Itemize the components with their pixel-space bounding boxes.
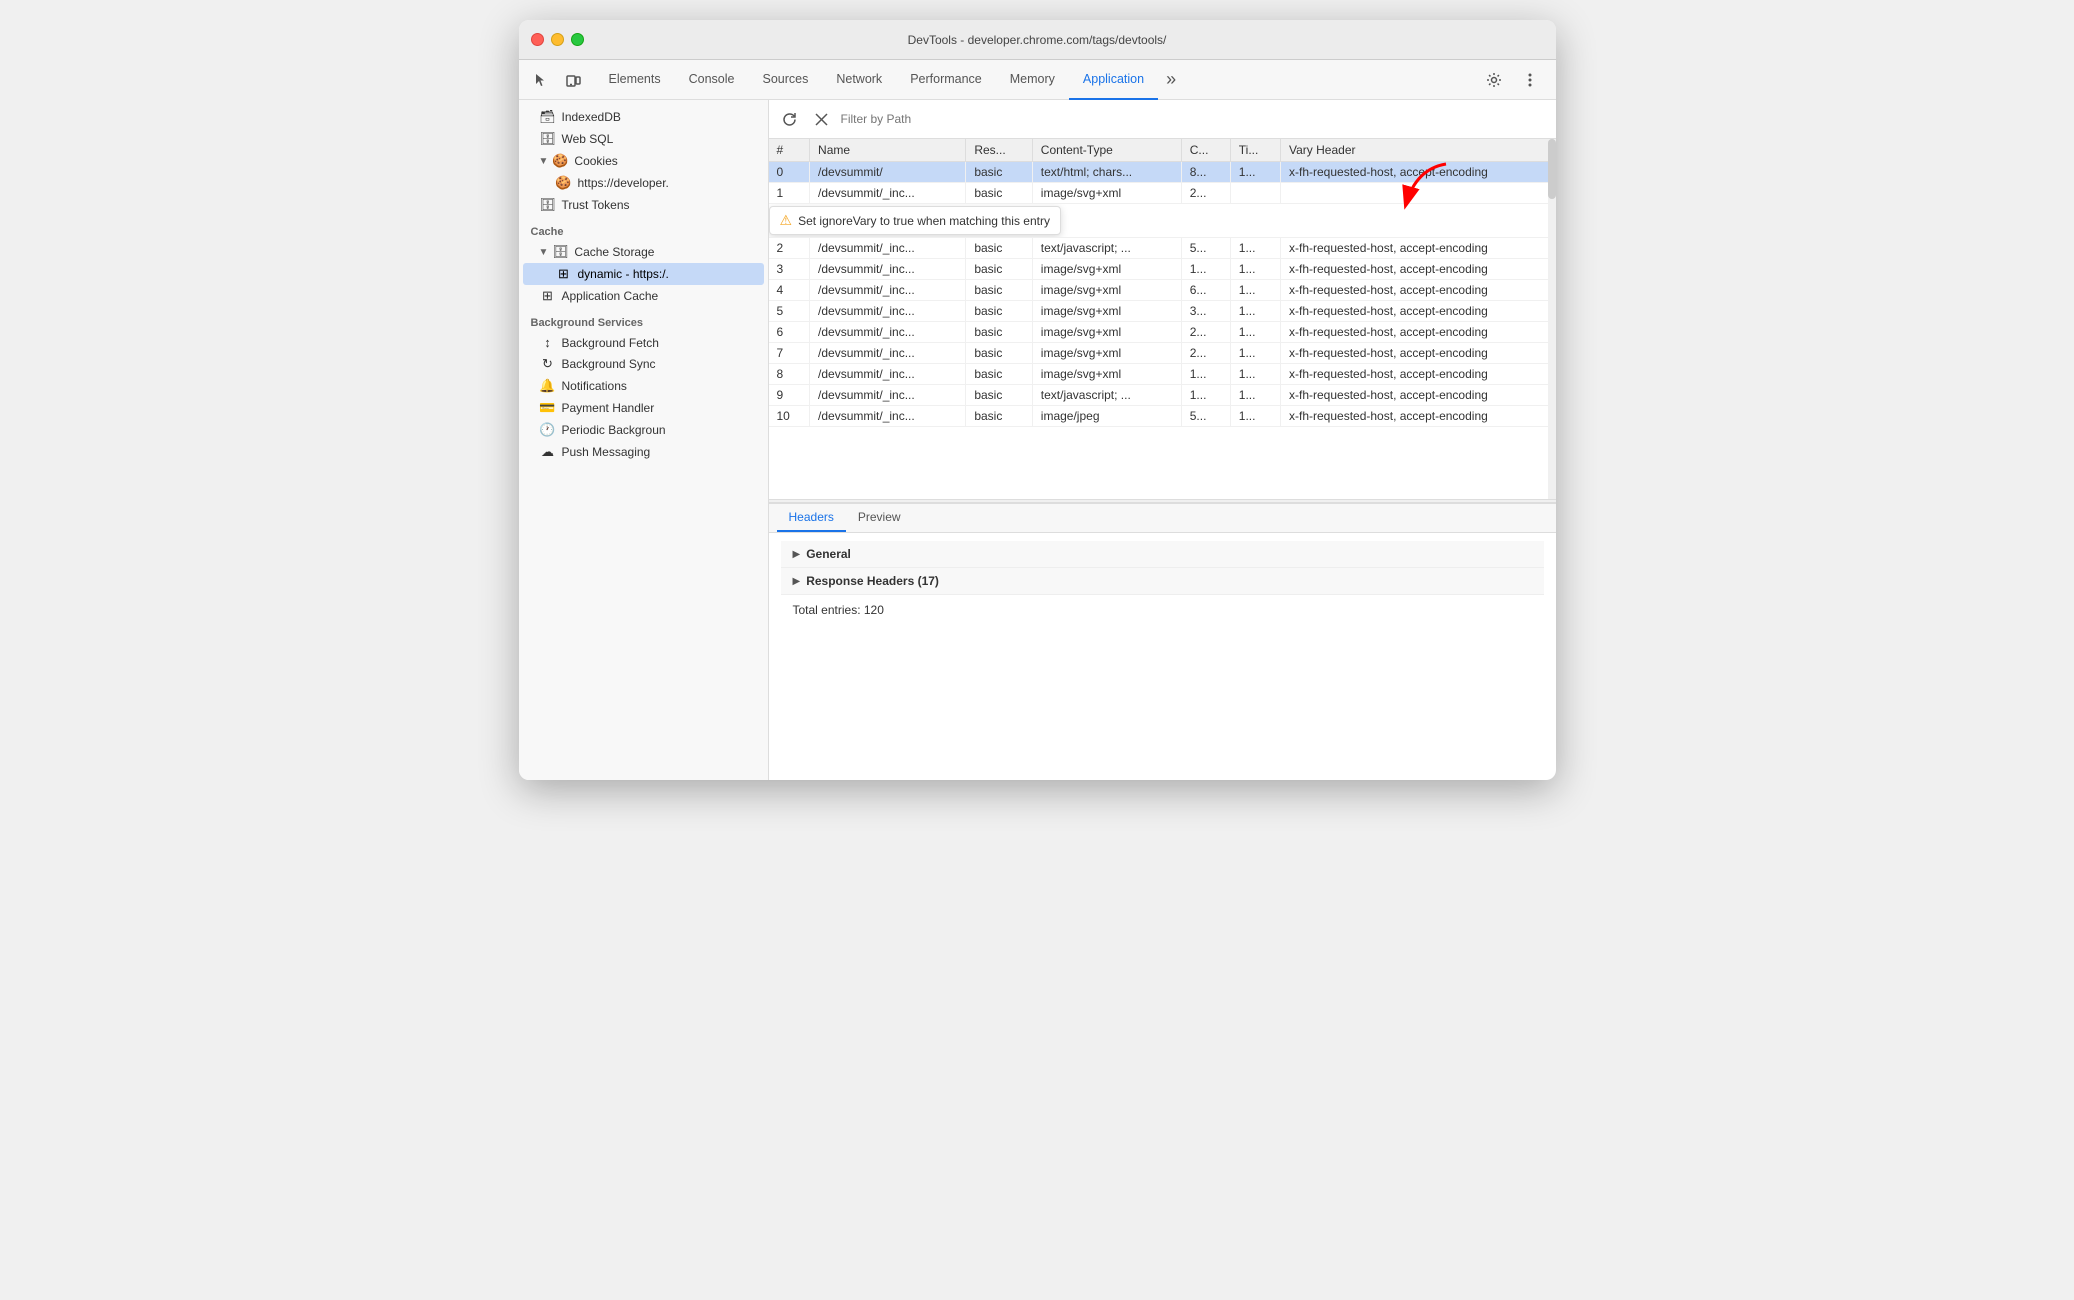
col-ti: Ti...	[1230, 139, 1280, 162]
sidebar-item-cache-storage[interactable]: ▼ 🗄 Cache Storage	[523, 241, 764, 263]
triangle-icon: ▼	[539, 156, 549, 167]
sidebar-item-payment-handler[interactable]: 💳 Payment Handler	[523, 397, 764, 419]
sidebar-item-websql[interactable]: 🗄 Web SQL	[523, 128, 764, 150]
background-sync-icon: ↻	[539, 356, 557, 372]
sidebar-item-background-sync[interactable]: ↻ Background Sync	[523, 353, 764, 375]
background-fetch-icon: ↕	[539, 335, 557, 350]
payment-handler-icon: 💳	[539, 400, 557, 416]
cookies-icon: 🍪	[551, 153, 569, 169]
table-row[interactable]: 7/devsummit/_inc...basicimage/svg+xml2..…	[769, 343, 1556, 364]
sidebar-item-cookie-origin[interactable]: 🍪 https://developer.	[523, 172, 764, 194]
maximize-button[interactable]	[571, 33, 584, 46]
col-vary: Vary Header	[1281, 139, 1556, 162]
more-options-button[interactable]	[1516, 66, 1544, 94]
indexeddb-icon: 🗃	[539, 109, 557, 125]
push-messaging-icon: ☁	[539, 444, 557, 460]
col-num: #	[769, 139, 810, 162]
sidebar-item-trust-tokens[interactable]: 🗄 Trust Tokens	[523, 194, 764, 216]
total-entries: Total entries: 120	[781, 595, 1544, 625]
sidebar-item-periodic-background[interactable]: 🕐 Periodic Backgroun	[523, 419, 764, 441]
table-row[interactable]: 2/devsummit/_inc...basictext/javascript;…	[769, 238, 1556, 259]
response-headers-section[interactable]: ▶ Response Headers (17)	[781, 568, 1544, 595]
scrollbar-track[interactable]	[1548, 139, 1556, 499]
tab-preview[interactable]: Preview	[846, 504, 913, 532]
tab-more-button[interactable]: »	[1158, 60, 1184, 100]
clear-button[interactable]	[809, 106, 835, 132]
tooltip-row: ⚠ Set ignoreVary to true when matching th…	[769, 204, 1556, 238]
tab-headers[interactable]: Headers	[777, 504, 846, 532]
sidebar-item-notifications[interactable]: 🔔 Notifications	[523, 375, 764, 397]
websql-icon: 🗄	[539, 131, 557, 147]
devtools-window: DevTools - developer.chrome.com/tags/dev…	[519, 20, 1556, 780]
sidebar: 🗃 IndexedDB 🗄 Web SQL ▼ 🍪 Cookies 🍪 http…	[519, 100, 769, 780]
general-triangle-icon: ▶	[793, 549, 801, 560]
content-panel: # Name Res... Content-Type C... Ti... Va…	[769, 100, 1556, 780]
bottom-panel: Headers Preview ▶ General ▶ Response Hea…	[769, 503, 1556, 703]
sidebar-item-indexeddb[interactable]: 🗃 IndexedDB	[523, 106, 764, 128]
col-content-type: Content-Type	[1032, 139, 1181, 162]
tab-application[interactable]: Application	[1069, 60, 1158, 100]
notifications-icon: 🔔	[539, 378, 557, 394]
device-toolbar-button[interactable]	[559, 66, 587, 94]
periodic-bg-icon: 🕐	[539, 422, 557, 438]
tooltip-text: Set ignoreVary to true when matching thi…	[798, 214, 1050, 228]
scrollbar-thumb[interactable]	[1548, 139, 1556, 199]
tab-settings	[1480, 66, 1548, 94]
sidebar-item-dynamic-cache[interactable]: ⊞ dynamic - https:/.	[523, 263, 764, 285]
bottom-tabs: Headers Preview	[769, 504, 1556, 533]
settings-button[interactable]	[1480, 66, 1508, 94]
table-row[interactable]: 10/devsummit/_inc...basicimage/jpeg5...1…	[769, 406, 1556, 427]
background-services-label: Background Services	[519, 307, 768, 332]
cache-section-label: Cache	[519, 216, 768, 241]
table-header-row: # Name Res... Content-Type C... Ti... Va…	[769, 139, 1556, 162]
cache-triangle-icon: ▼	[539, 247, 549, 258]
tab-console[interactable]: Console	[675, 60, 749, 100]
general-section[interactable]: ▶ General	[781, 541, 1544, 568]
minimize-button[interactable]	[551, 33, 564, 46]
table-row[interactable]: 1/devsummit/_inc...basicimage/svg+xml2..…	[769, 183, 1556, 204]
bottom-content: ▶ General ▶ Response Headers (17) Total …	[769, 533, 1556, 703]
table-row[interactable]: 9/devsummit/_inc...basictext/javascript;…	[769, 385, 1556, 406]
window-title: DevTools - developer.chrome.com/tags/dev…	[908, 33, 1167, 47]
traffic-lights	[531, 33, 584, 46]
tab-bar: Elements Console Sources Network Perform…	[519, 60, 1556, 100]
table-row[interactable]: 3/devsummit/_inc...basicimage/svg+xml1..…	[769, 259, 1556, 280]
table-row[interactable]: 0/devsummit/basictext/html; chars...8...…	[769, 162, 1556, 183]
dynamic-cache-icon: ⊞	[555, 266, 573, 282]
table-row[interactable]: 6/devsummit/_inc...basicimage/svg+xml2..…	[769, 322, 1556, 343]
col-res: Res...	[966, 139, 1032, 162]
table-row[interactable]: 8/devsummit/_inc...basicimage/svg+xml1..…	[769, 364, 1556, 385]
trust-tokens-icon: 🗄	[539, 197, 557, 213]
main-area: 🗃 IndexedDB 🗄 Web SQL ▼ 🍪 Cookies 🍪 http…	[519, 100, 1556, 780]
col-c: C...	[1181, 139, 1230, 162]
tab-tools	[527, 66, 587, 94]
table-area: # Name Res... Content-Type C... Ti... Va…	[769, 139, 1556, 499]
table-row[interactable]: 4/devsummit/_inc...basicimage/svg+xml6..…	[769, 280, 1556, 301]
cursor-tool-button[interactable]	[527, 66, 555, 94]
col-name: Name	[810, 139, 966, 162]
cookie-origin-icon: 🍪	[555, 175, 573, 191]
warning-icon: ⚠	[780, 212, 793, 229]
filter-input[interactable]	[841, 112, 1548, 126]
filter-bar	[769, 100, 1556, 139]
refresh-button[interactable]	[777, 106, 803, 132]
sidebar-item-application-cache[interactable]: ⊞ Application Cache	[523, 285, 764, 307]
app-cache-icon: ⊞	[539, 288, 557, 304]
sidebar-item-push-messaging[interactable]: ☁ Push Messaging	[523, 441, 764, 463]
cache-table: # Name Res... Content-Type C... Ti... Va…	[769, 139, 1556, 427]
sidebar-item-background-fetch[interactable]: ↕ Background Fetch	[523, 332, 764, 353]
cache-storage-icon: 🗄	[551, 244, 569, 260]
tab-network[interactable]: Network	[822, 60, 896, 100]
table-row[interactable]: 5/devsummit/_inc...basicimage/svg+xml3..…	[769, 301, 1556, 322]
response-triangle-icon: ▶	[793, 576, 801, 587]
title-bar: DevTools - developer.chrome.com/tags/dev…	[519, 20, 1556, 60]
tab-memory[interactable]: Memory	[996, 60, 1069, 100]
tab-sources[interactable]: Sources	[748, 60, 822, 100]
tab-performance[interactable]: Performance	[896, 60, 996, 100]
sidebar-item-cookies[interactable]: ▼ 🍪 Cookies	[523, 150, 764, 172]
vary-tooltip: ⚠ Set ignoreVary to true when matching th…	[769, 206, 1061, 235]
tab-elements[interactable]: Elements	[595, 60, 675, 100]
close-button[interactable]	[531, 33, 544, 46]
